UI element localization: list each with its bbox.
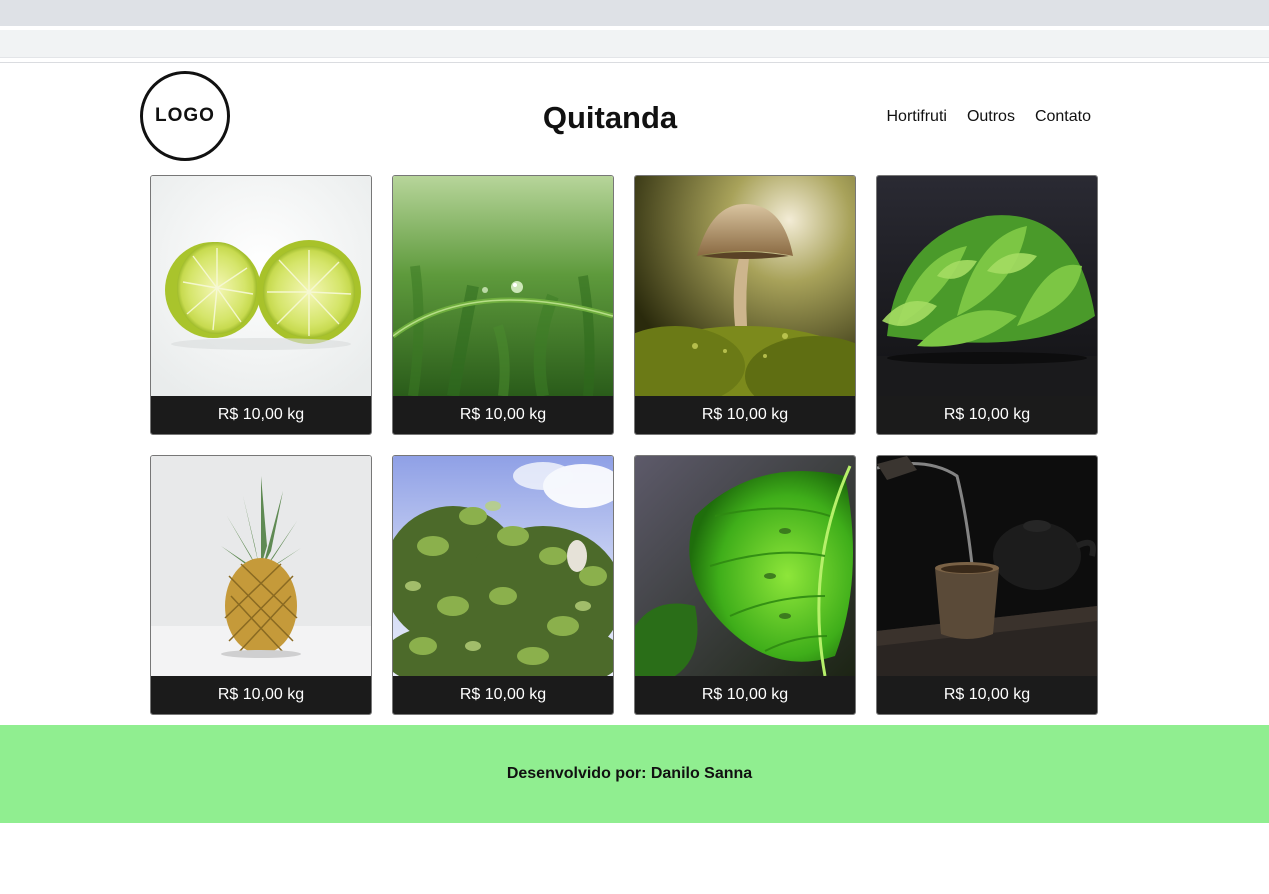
product-image-grass bbox=[393, 176, 613, 396]
product-card[interactable]: R$ 10,00 kg bbox=[876, 175, 1098, 435]
product-price: R$ 10,00 kg bbox=[635, 676, 855, 714]
browser-tab-strip bbox=[0, 0, 1269, 26]
browser-divider bbox=[0, 62, 1269, 63]
logo-text: LOGO bbox=[155, 105, 215, 126]
logo[interactable]: LOGO bbox=[140, 71, 230, 161]
nav-link-hortifruti[interactable]: Hortifruti bbox=[886, 106, 946, 128]
product-price: R$ 10,00 kg bbox=[635, 396, 855, 434]
main-nav: Hortifruti Outros Contato bbox=[886, 106, 1091, 128]
product-price: R$ 10,00 kg bbox=[877, 396, 1097, 434]
product-card[interactable]: R$ 10,00 kg bbox=[150, 455, 372, 715]
product-image-monstera bbox=[635, 456, 855, 676]
product-price: R$ 10,00 kg bbox=[151, 396, 371, 434]
nav-link-contato[interactable]: Contato bbox=[1035, 106, 1091, 128]
product-price: R$ 10,00 kg bbox=[151, 676, 371, 714]
product-price: R$ 10,00 kg bbox=[877, 676, 1097, 714]
product-price: R$ 10,00 kg bbox=[393, 396, 613, 434]
product-card[interactable]: R$ 10,00 kg bbox=[634, 175, 856, 435]
page-title: Quitanda bbox=[542, 100, 678, 135]
footer: Desenvolvido por: Danilo Sanna bbox=[0, 725, 1269, 823]
footer-credit: Desenvolvido por: Danilo Sanna bbox=[506, 765, 753, 782]
product-card[interactable]: R$ 10,00 kg bbox=[392, 175, 614, 435]
browser-toolbar bbox=[0, 30, 1269, 58]
product-card[interactable]: R$ 10,00 kg bbox=[392, 455, 614, 715]
product-image-tree bbox=[393, 456, 613, 676]
product-image-mushroom bbox=[635, 176, 855, 396]
product-image-lime bbox=[151, 176, 371, 396]
product-card[interactable]: R$ 10,00 kg bbox=[634, 455, 856, 715]
product-card[interactable]: R$ 10,00 kg bbox=[876, 455, 1098, 715]
product-image-lettuce bbox=[877, 176, 1097, 396]
product-image-pineapple bbox=[151, 456, 371, 676]
product-price: R$ 10,00 kg bbox=[393, 676, 613, 714]
nav-link-outros[interactable]: Outros bbox=[967, 106, 1015, 128]
product-grid: R$ 10,00 kg R$ 10,00 kg R$ 10,00 kg R$ 1… bbox=[150, 175, 1100, 715]
product-card[interactable]: R$ 10,00 kg bbox=[150, 175, 372, 435]
product-image-tea bbox=[877, 456, 1097, 676]
